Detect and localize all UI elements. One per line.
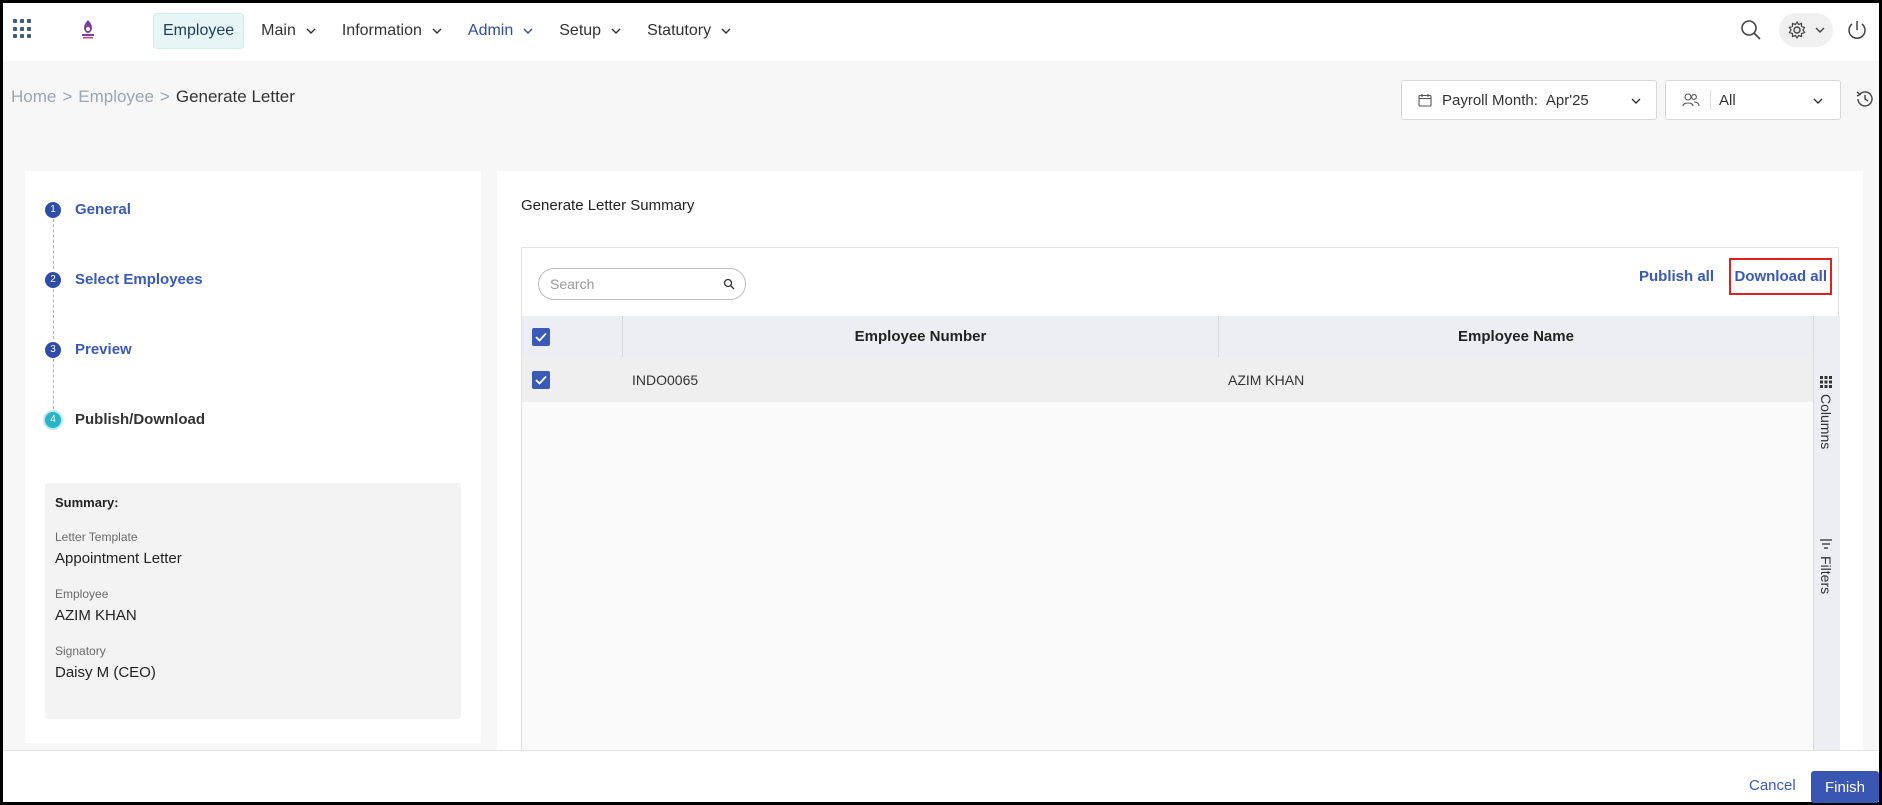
- step-label: Publish/Download: [75, 411, 205, 428]
- step-number: 1: [45, 201, 61, 218]
- breadcrumb-employee[interactable]: Employee: [78, 87, 154, 106]
- panel-title: Generate Letter Summary: [521, 197, 695, 214]
- finish-button[interactable]: Finish: [1811, 771, 1879, 803]
- filter-icon: [1820, 539, 1832, 549]
- payroll-month-label: Payroll Month:: [1442, 91, 1538, 109]
- employee-label: Employee: [55, 587, 109, 601]
- check-icon: [535, 332, 547, 342]
- users-icon: [1682, 93, 1700, 107]
- employee-grid: Search Publish all Download all Employee…: [521, 247, 1840, 758]
- history-icon[interactable]: [1855, 89, 1875, 109]
- search-icon: [723, 278, 735, 290]
- apps-grid-icon[interactable]: [13, 19, 33, 39]
- nav-employee[interactable]: Employee: [153, 13, 245, 49]
- letter-template-value: Appointment Letter: [55, 550, 182, 567]
- step-connector: [53, 289, 54, 339]
- search-input[interactable]: Search: [538, 268, 746, 300]
- footer-actions: Cancel Finish: [3, 750, 1879, 803]
- step-number: 4: [45, 411, 61, 428]
- download-all-button[interactable]: Download all: [1729, 258, 1832, 295]
- search-icon[interactable]: [1737, 16, 1765, 44]
- chevron-down-icon: [432, 28, 442, 34]
- step-publish-download[interactable]: 4 Publish/Download: [45, 411, 205, 428]
- table-row[interactable]: INDO0065 AZIM KHAN: [522, 357, 1813, 402]
- column-header-employee-name[interactable]: Employee Name: [1218, 316, 1813, 357]
- step-connector: [53, 219, 54, 269]
- top-right-actions: [1737, 13, 1869, 47]
- employee-value: AZIM KHAN: [55, 607, 137, 624]
- chevron-down-icon: [611, 28, 621, 34]
- filters-tool-label: Filters: [1818, 556, 1834, 595]
- company-logo: [82, 20, 94, 39]
- employee-group-select[interactable]: All: [1665, 80, 1841, 120]
- step-label: General: [75, 201, 131, 218]
- employee-name-cell: AZIM KHAN: [1228, 371, 1305, 388]
- breadcrumb: Home > Employee > Generate Letter: [11, 87, 295, 106]
- chevron-down-icon: [1631, 98, 1641, 104]
- grid-side-bar: Columns Filters: [1813, 316, 1840, 758]
- summary-box: Summary: Letter Template Appointment Let…: [45, 483, 461, 719]
- row-checkbox[interactable]: [532, 370, 550, 389]
- select-all-checkbox[interactable]: [532, 327, 550, 346]
- step-preview[interactable]: 3 Preview: [45, 341, 132, 358]
- nav-setup-label: Setup: [559, 22, 602, 39]
- publish-all-button[interactable]: Publish all: [1639, 268, 1714, 285]
- letter-summary-panel: Generate Letter Summary Search Publish a…: [497, 171, 1863, 758]
- letter-template-label: Letter Template: [55, 530, 138, 544]
- payroll-month-select[interactable]: Payroll Month: Apr'25: [1401, 80, 1657, 120]
- settings-button[interactable]: [1779, 13, 1833, 47]
- select-all-cell: [522, 316, 622, 357]
- nav-information[interactable]: Information: [333, 13, 451, 49]
- nav-admin-label: Admin: [467, 22, 514, 39]
- main-nav: Employee Main Information Admin Setup St…: [153, 13, 748, 49]
- steps-panel: 1 General 2 Select Employees 3 Preview 4…: [25, 171, 481, 743]
- calendar-icon: [1418, 94, 1432, 107]
- step-number: 3: [45, 341, 61, 358]
- nav-employee-label: Employee: [163, 22, 235, 39]
- nav-statutory[interactable]: Statutory: [638, 13, 740, 49]
- step-connector: [53, 359, 54, 409]
- step-label: Preview: [75, 341, 132, 358]
- breadcrumb-current: Generate Letter: [175, 87, 295, 106]
- chevron-down-icon: [306, 28, 316, 34]
- filters-tool-tab[interactable]: Filters: [1818, 538, 1834, 594]
- chevron-down-icon: [1813, 98, 1823, 104]
- employee-group-value: All: [1719, 91, 1736, 109]
- search-placeholder: Search: [550, 276, 595, 292]
- check-icon: [535, 375, 547, 385]
- breadcrumb-home[interactable]: Home: [11, 87, 56, 106]
- grid-toolbar: Search Publish all Download all: [522, 248, 1838, 316]
- nav-main-label: Main: [261, 22, 296, 39]
- top-navigation-bar: Employee Main Information Admin Setup St…: [3, 3, 1879, 61]
- nav-main[interactable]: Main: [252, 13, 325, 49]
- columns-tool-label: Columns: [1818, 394, 1834, 450]
- step-label: Select Employees: [75, 271, 203, 288]
- step-select-employees[interactable]: 2 Select Employees: [45, 271, 203, 288]
- columns-grid-icon: [1820, 376, 1832, 388]
- column-header-employee-number[interactable]: Employee Number: [622, 316, 1218, 357]
- payroll-month-value: Apr'25: [1545, 91, 1589, 109]
- chevron-down-icon: [1815, 27, 1825, 33]
- columns-tool-tab[interactable]: Columns: [1818, 376, 1834, 449]
- power-icon[interactable]: [1845, 18, 1869, 42]
- chevron-down-icon: [721, 28, 731, 34]
- row-select-cell: [522, 357, 622, 402]
- step-general[interactable]: 1 General: [45, 201, 131, 218]
- chevron-down-icon: [523, 28, 533, 34]
- signatory-value: Daisy M (CEO): [55, 664, 156, 681]
- signatory-label: Signatory: [55, 644, 106, 658]
- grid-header: Employee Number Employee Name: [522, 316, 1813, 357]
- nav-information-label: Information: [341, 22, 422, 39]
- nav-setup[interactable]: Setup: [550, 13, 630, 49]
- step-number: 2: [45, 271, 61, 288]
- employee-number-cell: INDO0065: [632, 371, 699, 388]
- cancel-button[interactable]: Cancel: [1749, 777, 1796, 794]
- gear-icon: [1788, 20, 1806, 40]
- summary-title: Summary:: [55, 495, 119, 510]
- nav-admin[interactable]: Admin: [459, 13, 542, 49]
- nav-statutory-label: Statutory: [647, 22, 712, 39]
